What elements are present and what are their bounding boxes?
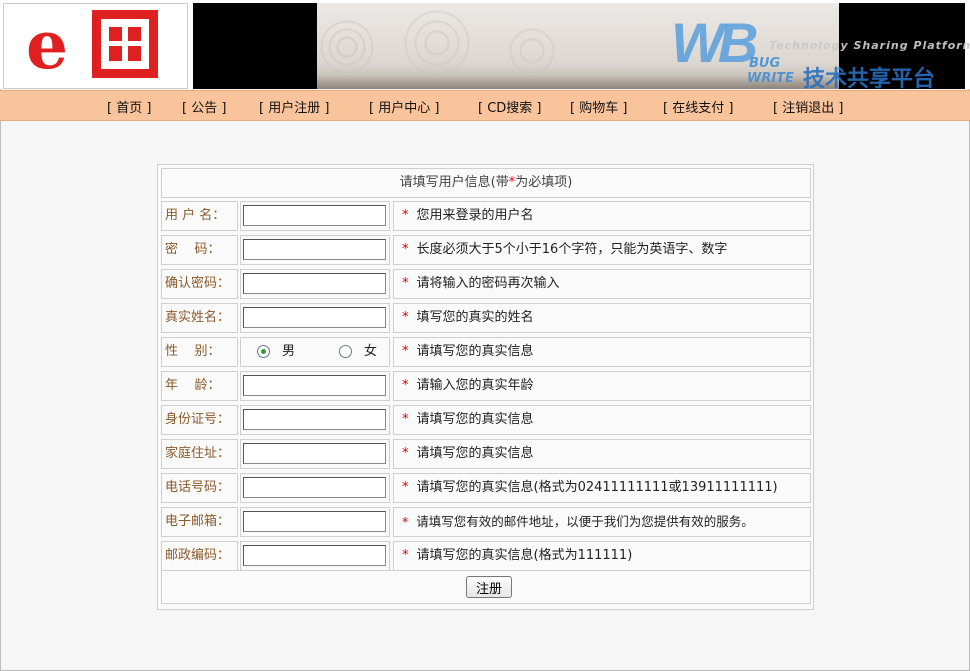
site-header: e WB Technology Sharing Platform BUG WRI… xyxy=(0,0,970,93)
nav-register[interactable]: [ 用户注册 ] xyxy=(259,97,329,116)
logo-letter-e: e xyxy=(26,6,68,84)
register-form: 请填写用户信息(带*为必填项) 用 户 名： * 您用来登录的用户名 密 码： *… xyxy=(157,164,814,610)
age-input[interactable] xyxy=(243,375,386,396)
watermark-tagline: Technology Sharing Platform xyxy=(769,39,970,52)
label-password: 密 码： xyxy=(161,235,238,265)
nav-cd-search[interactable]: [ CD搜索 ] xyxy=(478,97,542,116)
header-banner: WB Technology Sharing Platform BUG WRITE… xyxy=(193,3,970,93)
nav-home[interactable]: [ 首页 ] xyxy=(107,97,151,116)
hint-username: * 您用来登录的用户名 xyxy=(393,201,811,231)
hint-age: * 请输入您的真实年龄 xyxy=(393,371,811,401)
hint-password: * 长度必须大于5个小于16个字符，只能为英语字、数字 xyxy=(393,235,811,265)
id-number-input[interactable] xyxy=(243,409,386,430)
watermark-cn: 技术共享平台 xyxy=(803,67,936,92)
submit-row: 注册 xyxy=(161,570,811,604)
hint-email: * 请填写您有效的邮件地址，以便于我们为您提供有效的服务。 xyxy=(393,507,811,537)
gender-female-label: 女 xyxy=(364,344,378,359)
gender-radio-group: 男 女 xyxy=(240,337,390,367)
hint-phone: * 请填写您的真实信息(格式为02411111111或13911111111) xyxy=(393,473,811,503)
label-email: 电子邮箱： xyxy=(161,507,238,537)
gender-male-radio[interactable] xyxy=(257,345,270,358)
nav-user-center[interactable]: [ 用户中心 ] xyxy=(369,97,439,116)
nav-online-pay[interactable]: [ 在线支付 ] xyxy=(663,97,733,116)
logo-guo-icon xyxy=(92,10,158,78)
confirm-password-input[interactable] xyxy=(243,273,386,294)
label-real-name: 真实姓名： xyxy=(161,303,238,333)
label-postcode: 邮政编码： xyxy=(161,541,238,571)
postcode-input[interactable] xyxy=(243,545,386,566)
label-address: 家庭住址： xyxy=(161,439,238,469)
watermark-letters: WB xyxy=(671,11,758,74)
hint-id-number: * 请填写您的真实信息 xyxy=(393,405,811,435)
hint-gender: * 请填写您的真实信息 xyxy=(393,337,811,367)
hint-real-name: * 填写您的真实的姓名 xyxy=(393,303,811,333)
hint-address: * 请填写您的真实信息 xyxy=(393,439,811,469)
label-phone: 电话号码： xyxy=(161,473,238,503)
form-caption: 请填写用户信息(带*为必填项) xyxy=(161,168,811,198)
site-logo[interactable]: e xyxy=(3,3,188,89)
username-input[interactable] xyxy=(243,205,386,226)
label-username: 用 户 名： xyxy=(161,201,238,231)
address-input[interactable] xyxy=(243,443,386,464)
label-id-number: 身份证号： xyxy=(161,405,238,435)
email-input[interactable] xyxy=(243,511,386,532)
gender-female-radio[interactable] xyxy=(339,345,352,358)
nav-notice[interactable]: [ 公告 ] xyxy=(182,97,226,116)
hint-postcode: * 请填写您的真实信息(格式为111111) xyxy=(393,541,811,571)
password-input[interactable] xyxy=(243,239,386,260)
watermark-write: WRITE xyxy=(747,71,794,86)
label-gender: 性 别： xyxy=(161,337,238,367)
phone-input[interactable] xyxy=(243,477,386,498)
gender-male-label: 男 xyxy=(282,344,296,359)
watermark-bug: BUG xyxy=(749,56,781,71)
main-nav: [ 首页 ] [ 公告 ] [ 用户注册 ] [ 用户中心 ] [ CD搜索 ]… xyxy=(0,90,970,121)
nav-logout[interactable]: [ 注销退出 ] xyxy=(773,97,843,116)
nav-cart[interactable]: [ 购物车 ] xyxy=(570,97,627,116)
real-name-input[interactable] xyxy=(243,307,386,328)
label-age: 年 龄： xyxy=(161,371,238,401)
hint-confirm-password: * 请将输入的密码再次输入 xyxy=(393,269,811,299)
register-button[interactable]: 注册 xyxy=(466,576,512,598)
label-confirm-password: 确认密码： xyxy=(161,269,238,299)
watermark-logo: WB Technology Sharing Platform BUG WRITE… xyxy=(671,11,970,93)
